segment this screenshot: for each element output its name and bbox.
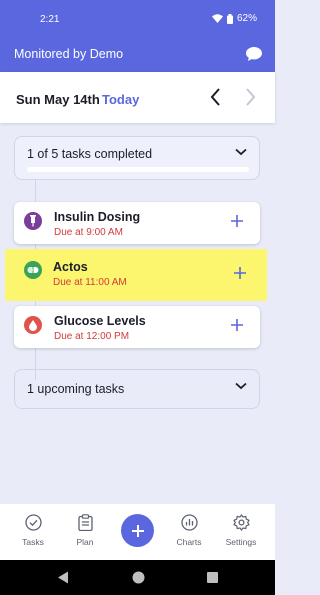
chart-icon <box>180 514 198 531</box>
clipboard-icon <box>77 514 93 531</box>
app-bar: Monitored by Demo <box>0 36 275 72</box>
nav-label: Charts <box>176 537 202 547</box>
today-button[interactable]: Today <box>102 92 139 107</box>
add-icon[interactable] <box>233 266 247 280</box>
pill-icon <box>24 261 42 279</box>
upcoming-tasks-card[interactable]: 1 upcoming tasks <box>14 369 260 409</box>
progress-card[interactable]: 1 of 5 tasks completed <box>14 136 260 180</box>
check-circle-icon <box>24 514 42 531</box>
system-navigation-bar <box>0 560 275 595</box>
status-time: 2:21 <box>40 14 60 25</box>
task-name: Glucose Levels <box>54 314 146 328</box>
add-icon[interactable] <box>230 214 244 228</box>
task-due: Due at 11:00 AM <box>53 277 127 288</box>
current-date: Sun May 14th <box>16 92 100 107</box>
recents-icon[interactable] <box>207 572 218 583</box>
battery-icon <box>226 13 233 24</box>
syringe-icon <box>24 212 42 230</box>
chevron-down-icon <box>235 148 247 156</box>
wifi-icon <box>211 14 223 23</box>
nav-label: Settings <box>225 537 257 547</box>
nav-settings[interactable]: Settings <box>216 514 266 547</box>
app-title: Monitored by Demo <box>14 47 124 61</box>
chevron-down-icon <box>235 382 247 390</box>
nav-tasks[interactable]: Tasks <box>8 514 58 547</box>
task-due: Due at 9:00 AM <box>54 227 123 238</box>
upcoming-text: 1 upcoming tasks <box>27 382 125 396</box>
chat-icon[interactable] <box>245 46 263 62</box>
task-name: Actos <box>53 260 88 274</box>
plus-icon <box>131 524 144 537</box>
next-day-chevron-icon[interactable] <box>240 86 260 108</box>
progress-text: 1 of 5 tasks completed <box>27 147 153 161</box>
previous-day-chevron-icon[interactable] <box>206 86 226 108</box>
add-task-fab[interactable] <box>121 514 154 547</box>
gear-icon <box>232 514 250 531</box>
nav-label: Plan <box>76 537 94 547</box>
battery-level: 62% <box>236 13 257 24</box>
nav-plan[interactable]: Plan <box>60 514 110 547</box>
task-due: Due at 12:00 PM <box>54 331 130 342</box>
task-card-actos[interactable]: Actos Due at 11:00 AM <box>5 249 267 301</box>
status-bar: 2:21 62% <box>0 0 275 36</box>
date-bar: Sun May 14th Today <box>0 72 275 123</box>
back-icon[interactable] <box>57 571 69 584</box>
home-icon[interactable] <box>132 571 145 584</box>
task-name: Insulin Dosing <box>54 210 141 224</box>
task-card-glucose-levels[interactable]: Glucose Levels Due at 12:00 PM <box>14 306 260 348</box>
nav-charts[interactable]: Charts <box>164 514 214 547</box>
nav-label: Tasks <box>22 537 44 547</box>
add-icon[interactable] <box>230 318 244 332</box>
progress-bar <box>27 167 249 172</box>
blood-drop-icon <box>24 316 42 334</box>
task-card-insulin-dosing[interactable]: Insulin Dosing Due at 9:00 AM <box>14 202 260 244</box>
